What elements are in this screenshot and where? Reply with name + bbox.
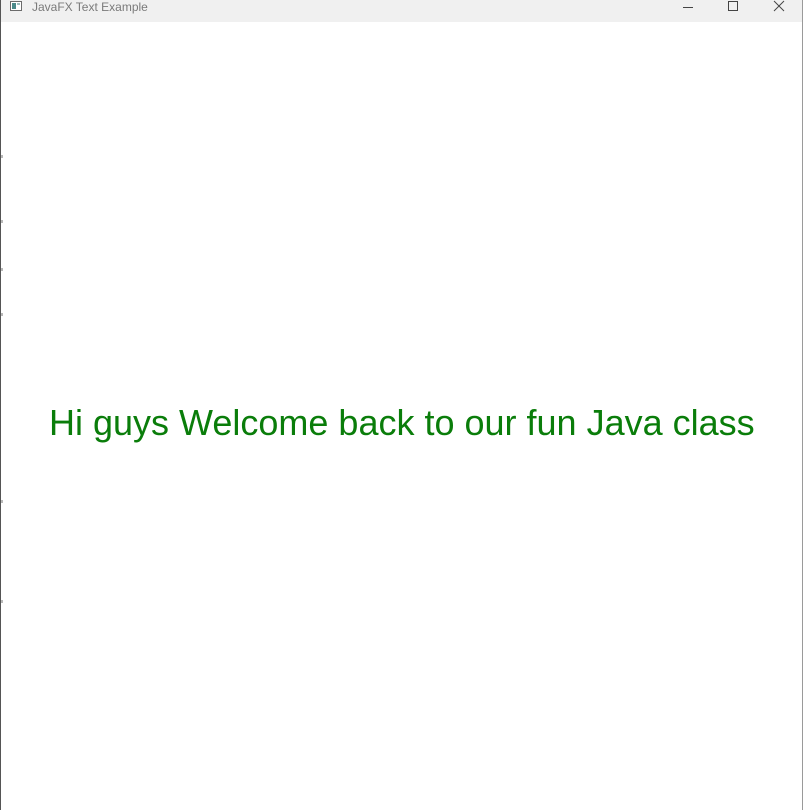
close-button[interactable] [756, 0, 802, 14]
window-title: JavaFX Text Example [32, 0, 148, 14]
app-window: JavaFX Text Example Hi guys Welcome back… [0, 0, 803, 810]
edge-artifact [1, 268, 3, 271]
edge-artifact [1, 220, 3, 223]
minimize-icon [683, 7, 693, 8]
title-bar[interactable]: JavaFX Text Example [1, 0, 802, 22]
edge-artifact [1, 313, 3, 316]
maximize-icon [728, 1, 738, 11]
close-icon [773, 0, 785, 12]
scene-content: Hi guys Welcome back to our fun Java cla… [1, 22, 802, 810]
edge-artifact [1, 500, 3, 503]
app-icon[interactable] [10, 1, 22, 11]
edge-artifact [1, 600, 3, 603]
maximize-button[interactable] [710, 0, 756, 14]
welcome-text: Hi guys Welcome back to our fun Java cla… [49, 402, 755, 443]
minimize-button[interactable] [665, 0, 711, 14]
edge-artifact [1, 155, 3, 158]
